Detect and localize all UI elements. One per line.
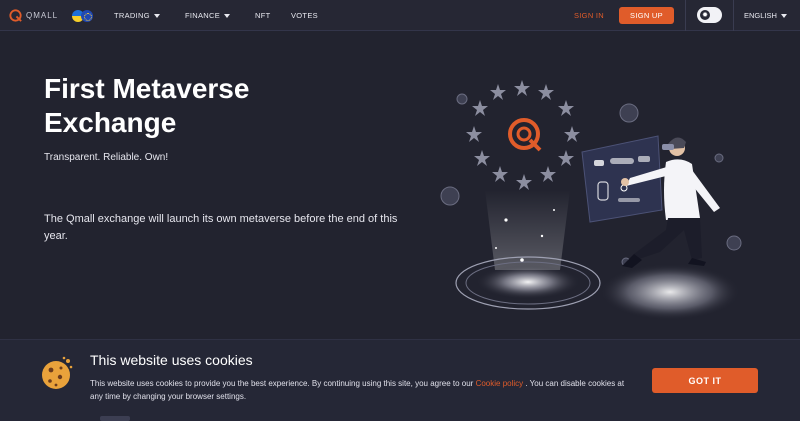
hero-subtitle: Transparent. Reliable. Own! (44, 152, 169, 163)
cookie-text: This website uses cookies to provide you… (90, 379, 625, 401)
qmall-logo-icon (9, 9, 22, 22)
cookie-policy-link[interactable]: Cookie policy (476, 379, 524, 388)
cookie-banner: This website uses cookies This website u… (0, 339, 800, 421)
spotlight (600, 264, 740, 320)
sign-up-button[interactable]: SIGN UP (619, 7, 674, 24)
divider (733, 0, 734, 31)
eu-flag-icon (81, 10, 93, 22)
divider (685, 0, 686, 31)
cookie-icon (42, 356, 73, 389)
star-ring (466, 80, 580, 190)
light-beam (485, 190, 570, 270)
chevron-down-icon (224, 13, 231, 18)
got-it-button[interactable]: GOT IT (652, 368, 758, 393)
logo-text: QMALL (26, 11, 59, 20)
nav-trading[interactable]: TRADING (114, 11, 160, 20)
theme-toggle[interactable]: ✹ (697, 7, 722, 23)
cookie-title: This website uses cookies (90, 352, 253, 368)
chevron-down-icon (780, 13, 787, 18)
qmall-emblem-icon (508, 118, 542, 152)
sign-in-link[interactable]: SIGN IN (574, 11, 604, 20)
hero-title: First Metaverse Exchange (44, 73, 250, 138)
hero-description: The Qmall exchange will launch its own m… (44, 213, 398, 242)
nav-finance[interactable]: FINANCE (185, 11, 231, 20)
language-selector[interactable]: ENGLISH (744, 11, 787, 20)
metaverse-illustration (440, 80, 742, 320)
content-peek (100, 416, 130, 421)
nav-nft[interactable]: NFT (255, 11, 270, 20)
sun-icon: ✹ (700, 10, 710, 20)
nav-votes[interactable]: VOTES (291, 11, 318, 20)
qmall-logo[interactable]: QMALL (8, 8, 58, 23)
chevron-down-icon (153, 13, 160, 18)
top-navbar: QMALL TRADING FINANCE NFT VOTES SIGN IN … (0, 0, 800, 31)
region-flags (72, 10, 93, 22)
